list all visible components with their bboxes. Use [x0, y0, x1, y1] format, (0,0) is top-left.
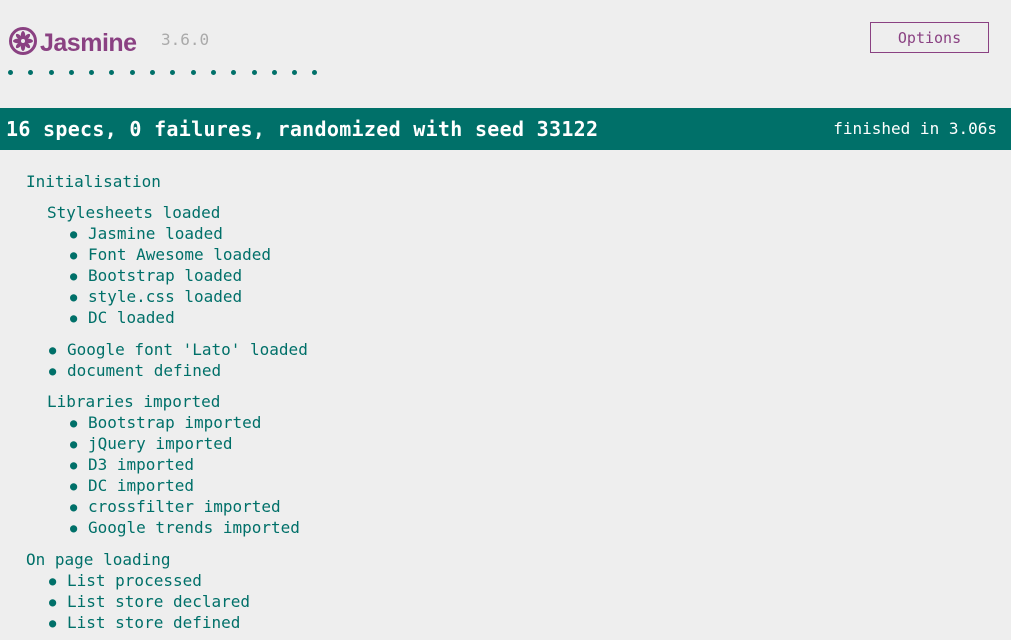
summary-text: 16 specs, 0 failures, randomized with se… [6, 117, 599, 141]
spec-item[interactable]: ● jQuery imported [70, 434, 233, 453]
passed-spec-dot[interactable] [148, 66, 168, 80]
passed-spec-dot[interactable] [6, 66, 26, 80]
spec-item[interactable]: ● List processed [49, 571, 202, 590]
suite-libraries[interactable]: Libraries imported [47, 392, 220, 411]
passed-spec-dot[interactable] [87, 66, 107, 80]
suite-on-page-loading[interactable]: On page loading [26, 550, 171, 569]
passed-spec-dot[interactable] [168, 66, 188, 80]
passed-spec-dot[interactable] [270, 66, 290, 80]
spec-item[interactable]: ● style.css loaded [70, 287, 242, 306]
jasmine-flower-icon [8, 26, 38, 60]
summary-bar: 16 specs, 0 failures, randomized with se… [0, 108, 1011, 150]
spec-item[interactable]: ● D3 imported [70, 455, 194, 474]
passed-spec-dot[interactable] [47, 66, 67, 80]
jasmine-logo: Jasmine [8, 26, 137, 60]
suite-initialisation[interactable]: Initialisation [26, 172, 161, 191]
spec-item[interactable]: ● DC loaded [70, 308, 175, 327]
spec-item[interactable]: ● Bootstrap imported [70, 413, 261, 432]
spec-item[interactable]: ● List store declared [49, 592, 250, 611]
passed-spec-dot[interactable] [128, 66, 148, 80]
jasmine-banner: Jasmine 3.6.0 Options [0, 0, 1011, 105]
spec-item[interactable]: ● Bootstrap loaded [70, 266, 242, 285]
spec-item[interactable]: ● List store defined [49, 613, 240, 632]
passed-spec-dot[interactable] [107, 66, 127, 80]
spec-item[interactable]: ● Jasmine loaded [70, 224, 223, 243]
passed-spec-dot[interactable] [67, 66, 87, 80]
spec-item[interactable]: ● DC imported [70, 476, 194, 495]
spec-item[interactable]: ● document defined [49, 361, 221, 380]
passed-spec-dot[interactable] [26, 66, 46, 80]
passed-spec-dot[interactable] [209, 66, 229, 80]
spec-item[interactable]: ● Google font 'Lato' loaded [49, 340, 308, 359]
jasmine-logo-text: Jasmine [40, 28, 137, 57]
passed-spec-dot[interactable] [310, 66, 330, 80]
spec-item[interactable]: ● Font Awesome loaded [70, 245, 271, 264]
options-button[interactable]: Options [870, 22, 989, 53]
passed-spec-dot[interactable] [250, 66, 270, 80]
spec-item[interactable]: ● crossfilter imported [70, 497, 281, 516]
suite-stylesheets[interactable]: Stylesheets loaded [47, 203, 220, 222]
passed-spec-dot[interactable] [290, 66, 310, 80]
jasmine-version: 3.6.0 [161, 30, 210, 49]
spec-status-dots [6, 66, 331, 80]
passed-spec-dot[interactable] [189, 66, 209, 80]
spec-item[interactable]: ● Google trends imported [70, 518, 300, 537]
passed-spec-dot[interactable] [229, 66, 249, 80]
duration-text: finished in 3.06s [833, 119, 997, 138]
